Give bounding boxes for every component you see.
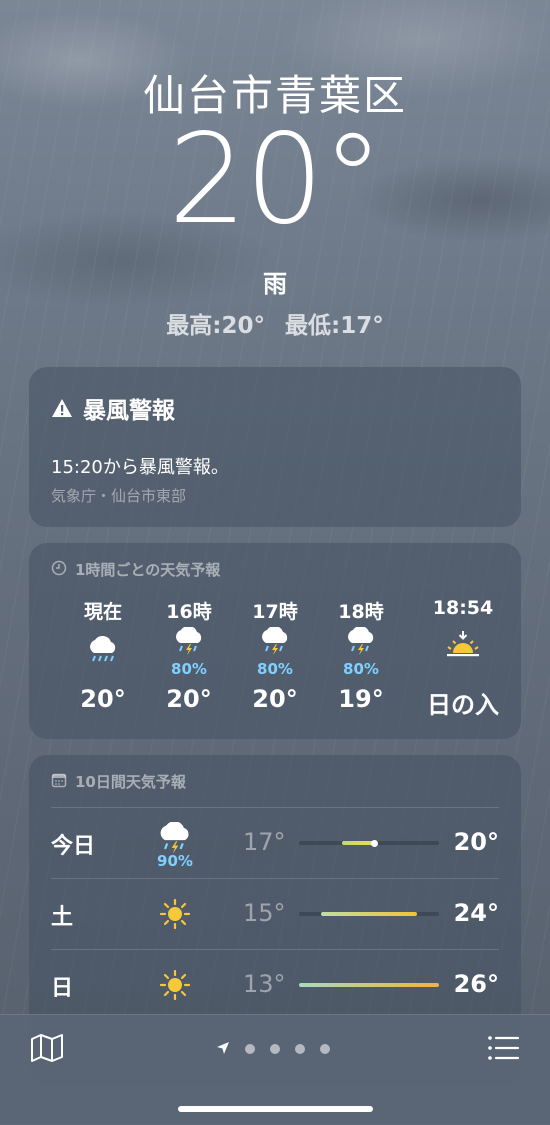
current-temperature: 20° <box>168 108 384 252</box>
day-high: 24° <box>453 899 499 927</box>
location-arrow-icon <box>216 1040 230 1059</box>
high-low: 最高:20° 最低:17° <box>0 306 550 340</box>
page-dot <box>320 1044 330 1054</box>
list-icon <box>486 1036 520 1067</box>
day-high: 26° <box>453 970 499 998</box>
map-icon <box>30 1034 64 1067</box>
day-precip: 90% <box>157 852 193 870</box>
daily-header-label: 10日間天気予報 <box>75 773 186 791</box>
hour-temp: 19° <box>338 685 384 713</box>
hourly-scroll[interactable]: 現在 20° 16時 80% 20° 17時 80% 20° 18時 80% 1… <box>29 595 521 735</box>
daily-row[interactable]: 日 13° 26° <box>51 949 499 1020</box>
temp-range-bar <box>299 839 439 847</box>
map-button[interactable] <box>30 1033 64 1063</box>
temp-range-fill <box>320 912 418 916</box>
thunderstorm-icon <box>257 625 293 657</box>
home-indicator <box>178 1106 373 1112</box>
severe-weather-alert-card[interactable]: 暴風警報 15:20から暴風警報。 気象庁・仙台市東部 <box>29 367 521 527</box>
hour-time: 17時 <box>252 601 298 623</box>
hour-sunset-label: 日の入 <box>427 691 499 719</box>
alert-text: 15:20から暴風警報。 <box>51 457 229 478</box>
page-indicator[interactable] <box>216 1039 336 1059</box>
sunset-icon <box>445 629 481 659</box>
high-temp: 最高:20° <box>166 313 265 339</box>
hour-precip: 80% <box>257 660 293 678</box>
hour-time: 18:54 <box>432 597 494 619</box>
temp-range-bar <box>299 983 439 987</box>
warning-triangle-icon <box>51 398 73 418</box>
hour-temp: 20° <box>252 685 298 713</box>
thunderstorm-icon <box>343 625 379 657</box>
temp-range-bar <box>299 912 439 916</box>
current-temp-dot <box>370 839 378 847</box>
alert-title: 暴風警報 <box>83 398 175 424</box>
hour-time: 16時 <box>166 601 212 623</box>
current-condition: 雨 <box>263 270 287 298</box>
hour-precip: 80% <box>171 660 207 678</box>
day-low: 15° <box>243 899 286 927</box>
hourly-header-label: 1時間ごとの天気予報 <box>75 561 221 579</box>
hour-temp: 20° <box>166 685 212 713</box>
page-dot <box>245 1044 255 1054</box>
day-label: 今日 <box>51 834 96 859</box>
hourly-forecast-card[interactable]: 1時間ごとの天気予報 現在 20° 16時 80% 20° 17時 80% 20… <box>29 543 521 739</box>
daily-header: 10日間天気予報 <box>51 771 186 792</box>
day-label: 土 <box>51 905 74 930</box>
hour-precip: 80% <box>343 660 379 678</box>
thunderstorm-icon <box>155 821 195 856</box>
temp-range-fill <box>342 841 375 845</box>
page-dot <box>295 1044 305 1054</box>
thunderstorm-icon <box>171 625 207 657</box>
bottom-toolbar <box>0 1014 550 1125</box>
alert-source: 気象庁・仙台市東部 <box>51 487 187 505</box>
hourly-header: 1時間ごとの天気予報 <box>51 559 220 580</box>
low-temp: 最低:17° <box>285 313 384 339</box>
rain-cloud-icon <box>85 635 121 665</box>
hour-time: 18時 <box>338 601 384 623</box>
sun-icon <box>155 968 195 1002</box>
daily-row[interactable]: 土 15° 24° <box>51 878 499 949</box>
day-low: 13° <box>243 970 286 998</box>
day-label: 日 <box>51 976 74 1001</box>
hour-time: 現在 <box>83 601 122 623</box>
alert-title-row: 暴風警報 <box>51 391 175 425</box>
page-dot <box>270 1044 280 1054</box>
hour-temp: 20° <box>80 685 126 713</box>
day-low: 17° <box>243 828 286 856</box>
day-high: 20° <box>453 828 499 856</box>
city-list-button[interactable] <box>486 1033 520 1063</box>
daily-row[interactable]: 今日 90% 17° 20° <box>51 807 499 878</box>
temp-range-fill <box>299 983 439 987</box>
calendar-icon <box>51 772 67 792</box>
sun-icon <box>155 897 195 931</box>
clock-icon <box>51 560 67 580</box>
